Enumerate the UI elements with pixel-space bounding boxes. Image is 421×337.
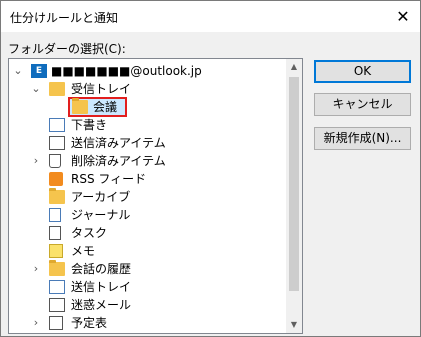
close-icon[interactable]: ✕: [386, 1, 420, 32]
collapse-chevron-icon[interactable]: ⌄: [31, 80, 41, 98]
tree-item-rss[interactable]: RSS フィード: [9, 170, 279, 188]
expand-chevron-icon[interactable]: ›: [31, 260, 41, 278]
tree-item-tasks[interactable]: タスク: [9, 224, 279, 242]
dialog-title: 仕分けルールと通知: [10, 11, 119, 25]
folder-icon: [72, 98, 88, 114]
scroll-up-icon[interactable]: ▲: [286, 59, 302, 75]
tree-account-row[interactable]: ⌄ E ■■■■■■■@outlook.jp: [9, 62, 279, 80]
journal-icon: [49, 208, 61, 222]
tree-item-label: 予定表: [71, 316, 108, 330]
tree-item-label: メモ: [71, 244, 96, 258]
tree-item-drafts[interactable]: 下書き: [9, 116, 279, 134]
folder-select-label: フォルダーの選択(C):: [8, 42, 126, 56]
tree-item-label: タスク: [71, 226, 108, 240]
tree-item-label: 送信済みアイテム: [71, 136, 166, 150]
tree-item-deleted[interactable]: › 削除済みアイテム: [9, 152, 279, 170]
tree-item-label: 送信トレイ: [71, 280, 132, 294]
drafts-icon: [49, 118, 65, 132]
tree-item-inbox[interactable]: ⌄ 受信トレイ: [9, 80, 279, 98]
tree-item-calendar[interactable]: › 予定表: [9, 314, 279, 332]
tree-item-label: 会話の履歴: [71, 262, 132, 276]
folder-icon: [49, 188, 65, 204]
folder-tree[interactable]: ⌄ E ■■■■■■■@outlook.jp ⌄ 受信トレイ 会議 下書き 送信…: [8, 58, 303, 334]
tree-item-journal[interactable]: ジャーナル: [9, 206, 279, 224]
note-icon: [49, 244, 63, 258]
folder-icon: [49, 260, 65, 276]
rss-icon: [49, 172, 63, 186]
scroll-thumb[interactable]: [289, 77, 299, 291]
account-label: ■■■■■■■@outlook.jp: [51, 64, 202, 78]
expand-chevron-icon[interactable]: ›: [31, 314, 41, 332]
tree-item-label: 会議: [93, 100, 118, 114]
tree-item-outbox[interactable]: 送信トレイ: [9, 278, 279, 296]
tree-item-sent[interactable]: 送信済みアイテム: [9, 134, 279, 152]
tree-item-label: 削除済みアイテム: [71, 154, 166, 168]
tree-item-conversation-history[interactable]: › 会話の履歴: [9, 260, 279, 278]
tree-item-label: 下書き: [71, 118, 108, 132]
junk-mail-icon: [49, 298, 65, 312]
scroll-down-icon[interactable]: ▼: [286, 317, 302, 333]
rules-dialog: 仕分けルールと通知 ✕ フォルダーの選択(C): ⌄ E ■■■■■■■@out…: [0, 0, 421, 337]
cancel-button[interactable]: キャンセル: [314, 93, 411, 116]
ok-button[interactable]: OK: [314, 60, 411, 83]
collapse-chevron-icon[interactable]: ⌄: [13, 62, 23, 80]
tree-item-archive[interactable]: アーカイブ: [9, 188, 279, 206]
calendar-icon: [49, 316, 63, 330]
outlook-account-icon: E: [31, 64, 47, 78]
tree-item-notes[interactable]: メモ: [9, 242, 279, 260]
tree-item-label: RSS フィード: [71, 172, 147, 186]
tree-item-label: アーカイブ: [71, 190, 131, 204]
tree-item-meeting[interactable]: 会議: [9, 98, 279, 116]
tree-item-label: 受信トレイ: [71, 82, 132, 96]
tree-item-label: ジャーナル: [71, 208, 131, 222]
tree-item-label: 迷惑メール: [71, 298, 132, 312]
expand-chevron-icon[interactable]: ›: [31, 152, 41, 170]
new-folder-button[interactable]: 新規作成(N)...: [314, 127, 411, 150]
trash-icon: [49, 154, 61, 168]
sent-items-icon: [49, 136, 65, 150]
inbox-icon: [49, 82, 65, 96]
tree-scrollbar[interactable]: ▲ ▼: [286, 59, 302, 333]
title-bar: 仕分けルールと通知 ✕: [1, 1, 420, 32]
tree-item-junk[interactable]: 迷惑メール: [9, 296, 279, 314]
dialog-body: フォルダーの選択(C): ⌄ E ■■■■■■■@outlook.jp ⌄ 受信…: [1, 32, 420, 336]
outbox-icon: [49, 280, 65, 294]
task-clipboard-icon: [49, 226, 61, 240]
